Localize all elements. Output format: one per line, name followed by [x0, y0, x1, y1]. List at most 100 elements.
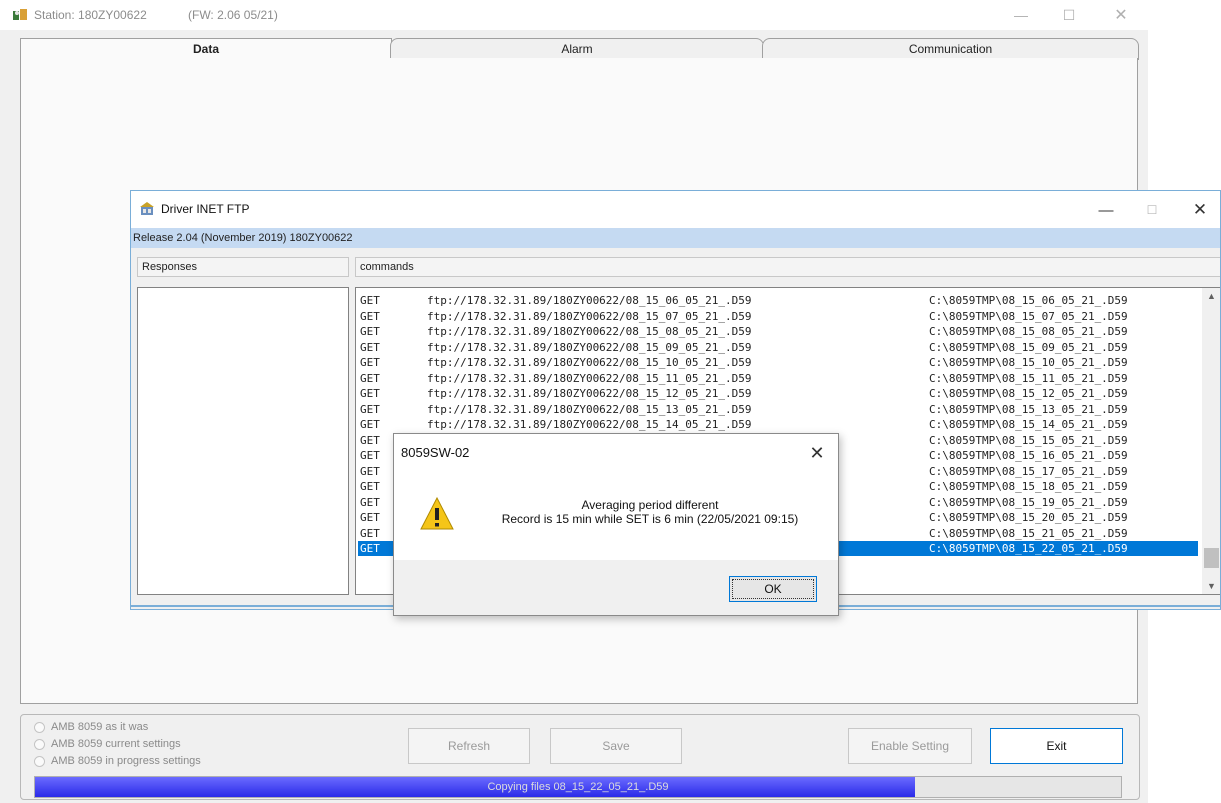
command-row[interactable]: GET ftp://178.32.31.89/180ZY00622/08_15_1… [358, 371, 1198, 386]
release-info: Release 2.04 (November 2019) 180ZY00622 [131, 228, 1220, 248]
command-source: ftp://178.32.31.89/180ZY00622/08_15_11_0… [427, 371, 752, 385]
warning-icon [420, 496, 454, 530]
command-row[interactable]: GET ftp://178.32.31.89/180ZY00622/08_15_0… [358, 324, 1198, 339]
dialog-title-bar[interactable]: 8059SW-02 ✕ [394, 434, 838, 472]
ftp-window-title: Driver INET FTP [161, 202, 250, 216]
responses-header: Responses [137, 257, 349, 277]
command-destination: C:\8059TMP\08_15_11_05_21_.D59 [929, 371, 1128, 385]
maximize-button[interactable]: ☐ [1046, 0, 1092, 30]
tab-data[interactable]: Data [20, 38, 392, 59]
command-verb: GET [360, 371, 380, 385]
command-row[interactable]: GET ftp://178.32.31.89/180ZY00622/08_15_1… [358, 417, 1198, 432]
command-verb: GET [360, 418, 380, 431]
command-verb: GET [360, 480, 380, 493]
command-verb: GET [360, 511, 380, 524]
command-verb: GET [360, 309, 380, 323]
progress-text: Copying files 08_15_22_05_21_.D59 [487, 781, 669, 793]
station-title: Station: 180ZY00622 [34, 8, 147, 22]
command-verb: GET [360, 433, 380, 447]
command-row[interactable]: GET ftp://178.32.31.89/180ZY00622/08_15_1… [358, 355, 1198, 370]
command-verb: GET [360, 402, 380, 416]
command-source: ftp://178.32.31.89/180ZY00622/08_15_06_0… [427, 294, 752, 307]
warning-dialog: 8059SW-02 ✕ Averaging period different R… [393, 433, 839, 616]
scroll-thumb[interactable] [1204, 548, 1219, 568]
command-destination: C:\8059TMP\08_15_06_05_21_.D59 [929, 294, 1128, 307]
command-destination: C:\8059TMP\08_15_18_05_21_.D59 [929, 480, 1128, 493]
command-source: ftp://178.32.31.89/180ZY00622/08_15_10_0… [427, 356, 752, 369]
command-row[interactable]: GET ftp://178.32.31.89/180ZY00622/08_15_1… [358, 402, 1198, 417]
scroll-down-icon[interactable]: ▼ [1202, 578, 1220, 594]
commands-header: commands [355, 257, 1220, 277]
command-row[interactable]: GET ftp://178.32.31.89/180ZY00622/08_15_0… [358, 340, 1198, 355]
command-destination: C:\8059TMP\08_15_12_05_21_.D59 [929, 387, 1128, 400]
command-row[interactable]: GET ftp://178.32.31.89/180ZY00622/08_15_0… [358, 309, 1198, 324]
command-source: ftp://178.32.31.89/180ZY00622/08_15_14_0… [427, 418, 752, 431]
command-verb: GET [360, 340, 380, 354]
exit-button[interactable]: Exit [990, 728, 1123, 764]
tab-communication[interactable]: Communication [762, 38, 1139, 60]
option-as-it-was[interactable]: AMB 8059 as it was [34, 719, 148, 735]
option-label: AMB 8059 in progress settings [51, 755, 201, 767]
radio-button[interactable] [34, 721, 45, 733]
station-title-bar[interactable]: Station: 180ZY00622 (FW: 2.06 05/21) — ☐… [0, 0, 1148, 30]
command-destination: C:\8059TMP\08_15_17_05_21_.D59 [929, 464, 1128, 478]
command-row[interactable]: GET ftp://178.32.31.89/180ZY00622/08_15_1… [358, 386, 1198, 401]
command-verb: GET [360, 542, 380, 555]
command-destination: C:\8059TMP\08_15_19_05_21_.D59 [929, 495, 1128, 509]
command-destination: C:\8059TMP\08_15_10_05_21_.D59 [929, 356, 1128, 369]
close-button[interactable]: ✕ [1177, 195, 1220, 225]
command-destination: C:\8059TMP\08_15_20_05_21_.D59 [929, 511, 1128, 524]
close-button[interactable]: ✕ [1098, 0, 1144, 30]
command-destination: C:\8059TMP\08_15_16_05_21_.D59 [929, 449, 1128, 462]
command-destination: C:\8059TMP\08_15_14_05_21_.D59 [929, 418, 1128, 431]
command-verb: GET [360, 449, 380, 462]
tab-alarm[interactable]: Alarm [390, 38, 764, 60]
option-label: AMB 8059 current settings [51, 738, 181, 750]
option-in-progress-settings[interactable]: AMB 8059 in progress settings [34, 753, 201, 769]
dialog-message-detail: Record is 15 min while SET is 6 min (22/… [501, 512, 799, 526]
command-destination: C:\8059TMP\08_15_08_05_21_.D59 [929, 325, 1128, 338]
ftp-title-bar[interactable]: Driver INET FTP — ☐ ✕ [131, 191, 1220, 228]
commands-scrollbar[interactable]: ▲ ▼ [1202, 288, 1220, 594]
responses-list[interactable] [137, 287, 349, 595]
command-source: ftp://178.32.31.89/180ZY00622/08_15_08_0… [427, 325, 752, 338]
enable-setting-button[interactable]: Enable Setting [848, 728, 972, 764]
radio-button[interactable] [34, 755, 45, 767]
dialog-content: Averaging period different Record is 15 … [394, 472, 838, 560]
command-destination: C:\8059TMP\08_15_13_05_21_.D59 [929, 402, 1128, 416]
command-verb: GET [360, 495, 380, 509]
command-verb: GET [360, 294, 380, 307]
firmware-label: (FW: 2.06 05/21) [188, 8, 278, 22]
command-source: ftp://178.32.31.89/180ZY00622/08_15_07_0… [427, 309, 752, 323]
command-destination: C:\8059TMP\08_15_07_05_21_.D59 [929, 309, 1128, 323]
command-destination: C:\8059TMP\08_15_15_05_21_.D59 [929, 433, 1128, 447]
copy-progress-bar: Copying files 08_15_22_05_21_.D59 [34, 776, 1122, 798]
command-source: ftp://178.32.31.89/180ZY00622/08_15_09_0… [427, 340, 752, 354]
command-verb: GET [360, 325, 380, 338]
scroll-up-icon[interactable]: ▲ [1202, 288, 1220, 304]
maximize-button[interactable]: ☐ [1129, 195, 1175, 225]
save-button[interactable]: Save [550, 728, 682, 764]
command-destination: C:\8059TMP\08_15_21_05_21_.D59 [929, 526, 1128, 540]
option-current-settings[interactable]: AMB 8059 current settings [34, 736, 181, 752]
radio-button[interactable] [34, 738, 45, 750]
command-verb: GET [360, 387, 380, 400]
dialog-message-title: Averaging period different [581, 498, 719, 512]
refresh-button[interactable]: Refresh [408, 728, 530, 764]
option-label: AMB 8059 as it was [51, 721, 149, 733]
command-source: ftp://178.32.31.89/180ZY00622/08_15_12_0… [427, 387, 752, 400]
command-verb: GET [360, 464, 380, 478]
network-driver-icon [140, 202, 154, 215]
station-app-icon [13, 9, 27, 20]
command-destination: C:\8059TMP\08_15_09_05_21_.D59 [929, 340, 1128, 354]
dialog-close-button[interactable]: ✕ [806, 442, 828, 464]
command-row[interactable]: GET ftp://178.32.31.89/180ZY00622/08_15_0… [358, 293, 1198, 308]
dialog-title: 8059SW-02 [401, 445, 470, 460]
minimize-button[interactable]: — [998, 0, 1044, 30]
command-source: ftp://178.32.31.89/180ZY00622/08_15_13_0… [427, 402, 752, 416]
command-verb: GET [360, 526, 380, 540]
minimize-button[interactable]: — [1083, 195, 1129, 225]
ok-button[interactable]: OK [729, 576, 817, 602]
command-destination: C:\8059TMP\08_15_22_05_21_.D59 [929, 542, 1128, 555]
command-verb: GET [360, 356, 380, 369]
